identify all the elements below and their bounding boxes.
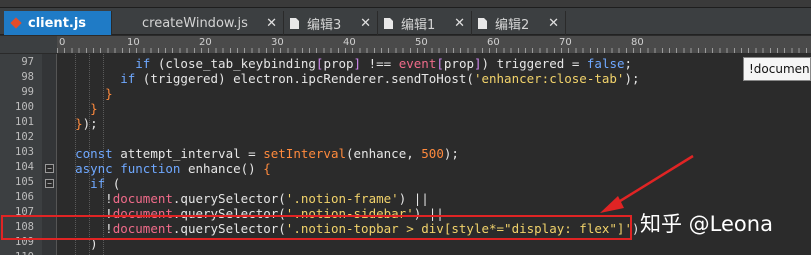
- watermark: 知乎 @Leona: [640, 212, 773, 236]
